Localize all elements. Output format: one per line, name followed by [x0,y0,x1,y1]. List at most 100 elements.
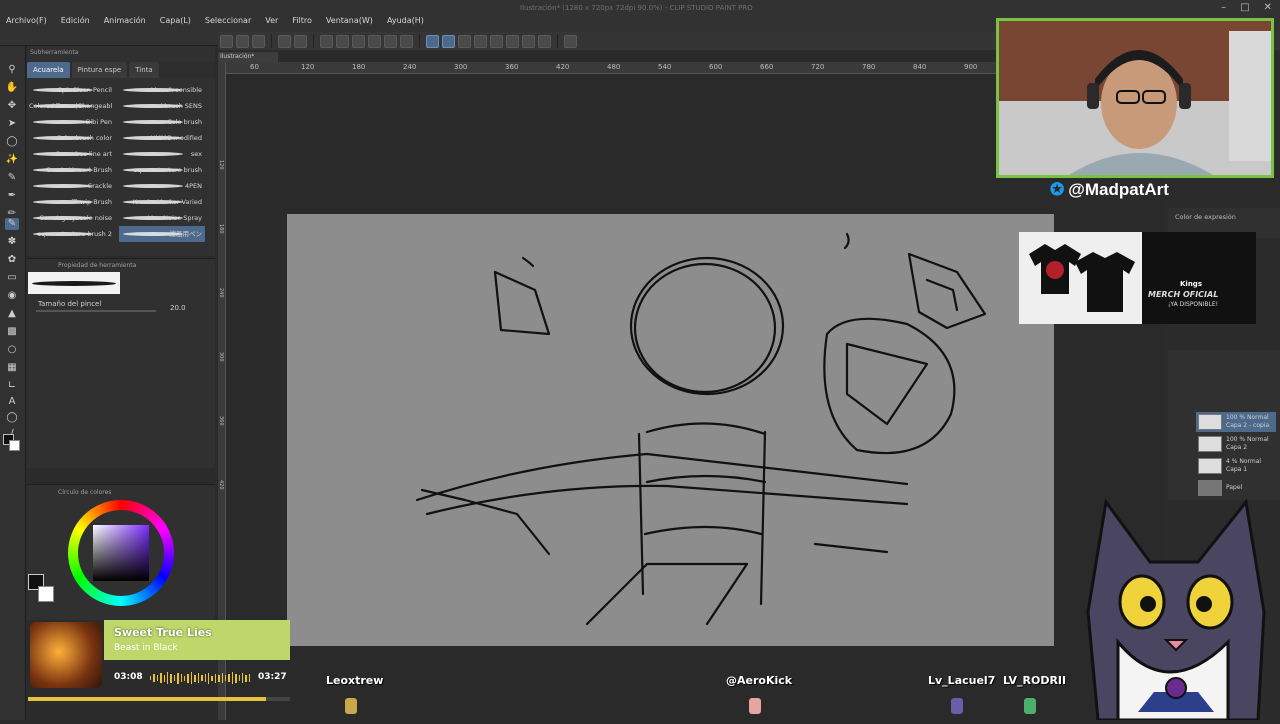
brush-item[interactable]: HMMG modified [119,130,205,146]
gradient-icon[interactable]: ▩ [5,326,19,338]
brush-item[interactable]: Color brush color [29,130,115,146]
menu-filtro[interactable]: Filtro [292,16,312,25]
tab-acuarela[interactable]: Acuarela [27,62,70,78]
brush-item[interactable]: square texture brush [119,162,205,178]
song-progress-fill [28,697,267,701]
brush-item[interactable]: Thwip Brush [29,194,115,210]
clear-icon[interactable] [320,34,333,48]
maximize-icon[interactable]: □ [1240,2,1249,13]
deselect-icon[interactable] [368,34,381,48]
viewer-avatar [1024,698,1036,714]
brush-item[interactable]: Succubus line art [29,146,115,162]
brush-item[interactable]: Kracka Marker Varied [119,194,205,210]
tab-tinta[interactable]: Tinta [129,62,159,78]
menu-ayuda[interactable]: Ayuda(H) [387,16,424,25]
pen-icon[interactable]: ✒ [5,190,19,202]
brush-item[interactable]: Bibi Pen [29,114,115,130]
frame-icon[interactable]: ▦ [5,362,19,374]
brush-item[interactable]: Carrot greyscale noise [29,210,115,226]
layer-row[interactable]: 100 % Normal Capa 2 [1196,434,1276,454]
menu-edicion[interactable]: Edición [61,16,90,25]
stray-stroke [813,542,889,554]
tool-palette: ⚲ ✋ ✥ ➤ ◯ ✨ ✎ ✒ ✏ ✎ ✽ ✿ ▭ ◉ ▲ ▩ ○ ▦ ∟ A … [0,46,26,720]
blend-icon[interactable]: ◉ [5,290,19,302]
eraser-icon[interactable]: ▭ [5,272,19,284]
minimize-icon[interactable]: – [1221,2,1226,13]
text-icon[interactable]: A [5,396,19,408]
lasso-icon[interactable]: ◯ [5,136,19,148]
layer-row[interactable]: 4 % Normal Capa 1 [1196,456,1276,476]
brush-item[interactable]: mi brush sensible [119,82,205,98]
settings-icon[interactable] [474,34,487,48]
head-circle-inner [633,262,777,394]
airbrush-icon[interactable]: ✽ [5,236,19,248]
decoration-icon[interactable]: ✿ [5,254,19,266]
brush-label: Crackle [87,182,112,190]
sub-color-swatch[interactable] [9,440,20,451]
menu-ventana[interactable]: Ventana(W) [326,16,373,25]
drawing-canvas[interactable] [287,214,1054,646]
brush-item[interactable]: mi brush SENS [119,98,205,114]
document-tab[interactable]: Ilustración* [218,52,278,62]
background-color-swatch[interactable] [38,586,54,602]
brush-size-slider[interactable] [36,310,156,312]
magic-wand-icon[interactable]: ✨ [5,154,19,166]
ruler-tick: 180 [218,224,224,234]
streamer-webcam-image [999,21,1271,175]
brush-item[interactable]: Crackle [29,178,115,194]
fill-icon[interactable] [336,34,349,48]
rotate-icon[interactable] [506,34,519,48]
fill-tool-icon[interactable]: ▲ [5,308,19,320]
stroke-shape [32,281,116,286]
grid-icon[interactable] [538,34,551,48]
brush-item[interactable]: Line Noise Spray [119,210,205,226]
transform-icon[interactable] [352,34,365,48]
brush-item[interactable]: 4PEN [119,178,205,194]
snap-grid-icon[interactable] [458,34,471,48]
brush-item[interactable]: square texture brush 2 [29,226,115,242]
saturation-value-square[interactable] [93,525,149,581]
flip-icon[interactable] [490,34,503,48]
balloon-icon[interactable]: ◯ [5,412,19,424]
menu-capa[interactable]: Capa(L) [160,16,191,25]
undo-icon[interactable] [278,34,291,48]
invert-icon[interactable] [400,34,413,48]
panel-icon[interactable] [564,34,577,48]
crop-icon[interactable] [384,34,397,48]
hand-icon[interactable]: ✋ [5,82,19,94]
move-layer-icon[interactable]: ✥ [5,100,19,112]
figure-icon[interactable]: ○ [5,344,19,356]
zoom-icon[interactable]: ⚲ [5,64,19,76]
menu-archivo[interactable]: Archivo(F) [6,16,47,25]
brush-icon[interactable]: ✎ [5,218,19,230]
save-icon[interactable] [252,34,265,48]
menu-seleccionar[interactable]: Seleccionar [205,16,251,25]
tab-pintura-espesa[interactable]: Pintura espe [71,62,128,78]
close-icon[interactable]: ✕ [1264,2,1272,13]
brush-item[interactable]: 線画用ペン [119,226,205,242]
redo-icon[interactable] [294,34,307,48]
brush-item[interactable]: Comic Lineart Brush [29,162,115,178]
eyedropper-icon[interactable]: ✎ [5,172,19,184]
cat-mascot-overlay [1058,492,1280,722]
subtool-panel-title: Subherramienta [30,49,79,56]
snap-special-ruler-icon[interactable] [442,34,455,48]
cat-mascot-image [1086,498,1266,722]
ruler-icon[interactable]: ∟ [5,380,19,392]
menu-ver[interactable]: Ver [265,16,278,25]
operation-icon[interactable]: ➤ [5,118,19,130]
brush-item[interactable]: Colo brush [119,114,205,130]
snap-ruler-icon[interactable] [426,34,439,48]
open-file-icon[interactable] [236,34,249,48]
main-menu: Archivo(F) Edición Animación Capa(L) Sel… [6,16,424,25]
move-icon[interactable] [522,34,535,48]
window-title: Ilustración* (1280 x 720px 72dpi 90.0%) … [520,4,753,12]
layer-row[interactable]: 100 % Normal Capa 2 - copia [1196,412,1276,432]
brush-item[interactable]: sex [119,146,205,162]
ruler-tick: 240 [218,288,224,298]
brush-item[interactable]: Spit Clean Pencil [29,82,115,98]
new-file-icon[interactable] [220,34,233,48]
brush-item[interactable]: Colored Trees (Changeabl [29,98,115,114]
brush-size-value[interactable]: 20.0 [170,304,186,312]
menu-animacion[interactable]: Animación [104,16,146,25]
